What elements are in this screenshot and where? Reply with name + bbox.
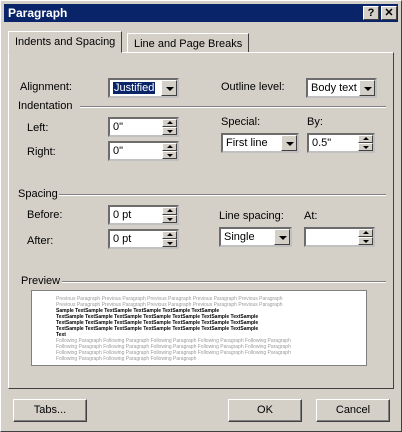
right-indent-value: 0" — [113, 145, 124, 157]
tab-label: Indents and Spacing — [15, 36, 116, 48]
spin-down-icon[interactable] — [162, 239, 177, 247]
special-value: First line — [226, 137, 268, 149]
indentation-divider — [80, 106, 386, 108]
spin-down-icon[interactable] — [358, 143, 373, 151]
chevron-down-icon[interactable] — [274, 229, 290, 245]
spin-up-icon[interactable] — [162, 207, 177, 215]
outline-level-label: Outline level: — [221, 81, 285, 93]
left-indent-label: Left: — [27, 122, 49, 134]
spinner-buttons[interactable] — [162, 207, 177, 223]
spacing-after-spinner[interactable]: 0 pt — [108, 229, 179, 249]
outline-level-dropdown[interactable]: Body text — [306, 78, 377, 98]
chevron-down-icon[interactable] — [281, 135, 297, 151]
alignment-label: Alignment: — [20, 81, 72, 93]
preview-line: TextSample TextSample TextSample TextSam… — [56, 326, 259, 332]
preview-pane: Previous Paragraph Previous Paragraph Pr… — [31, 290, 367, 366]
tab-label: Line and Page Breaks — [134, 38, 243, 50]
help-button[interactable]: ? — [363, 6, 379, 20]
right-indent-label: Right: — [27, 146, 56, 158]
spin-up-icon[interactable] — [162, 119, 177, 127]
chevron-down-icon[interactable] — [161, 80, 177, 96]
spin-down-icon[interactable] — [162, 151, 177, 159]
at-label: At: — [304, 210, 318, 222]
spacing-before-value: 0 pt — [113, 209, 132, 221]
spacing-after-value: 0 pt — [113, 233, 132, 245]
special-label: Special: — [221, 116, 261, 128]
spinner-buttons[interactable] — [162, 119, 177, 135]
special-dropdown[interactable]: First line — [221, 133, 299, 153]
spin-up-icon[interactable] — [358, 135, 373, 143]
by-label: By: — [307, 116, 323, 128]
spinner-buttons[interactable] — [358, 135, 373, 151]
preview-divider — [62, 281, 386, 283]
spin-up-icon[interactable] — [162, 231, 177, 239]
alignment-value: Justified — [113, 82, 156, 94]
spin-down-icon[interactable] — [162, 127, 177, 135]
after-label: After: — [27, 235, 54, 247]
tab-line-and-page-breaks[interactable]: Line and Page Breaks — [127, 33, 250, 53]
line-spacing-label: Line spacing: — [219, 210, 284, 222]
ok-button[interactable]: OK — [228, 399, 302, 422]
preview-line: Following Paragraph Following Paragraph … — [56, 356, 197, 362]
spinner-buttons[interactable] — [358, 229, 373, 245]
cancel-button[interactable]: Cancel — [316, 399, 390, 422]
spinner-buttons[interactable] — [162, 231, 177, 247]
window-title: Paragraph — [8, 6, 68, 20]
chevron-down-icon[interactable] — [359, 80, 375, 96]
spin-up-icon[interactable] — [162, 143, 177, 151]
close-button[interactable]: ✕ — [381, 6, 397, 20]
right-indent-spinner[interactable]: 0" — [108, 141, 179, 161]
spin-up-icon[interactable] — [358, 229, 373, 237]
preview-group-label: Preview — [21, 275, 61, 287]
alignment-dropdown[interactable]: Justified — [108, 78, 179, 98]
outline-level-value: Body text — [311, 82, 357, 94]
spin-down-icon[interactable] — [162, 215, 177, 223]
indentation-group-label: Indentation — [18, 100, 73, 112]
left-indent-spinner[interactable]: 0" — [108, 117, 179, 137]
spacing-divider — [59, 194, 386, 196]
paragraph-dialog: Paragraph ? ✕ Indents and Spacing Line a… — [0, 0, 402, 432]
before-label: Before: — [27, 209, 63, 221]
spacing-before-spinner[interactable]: 0 pt — [108, 205, 179, 225]
by-spinner[interactable]: 0.5" — [307, 133, 375, 153]
tabs-button[interactable]: Tabs... — [13, 399, 87, 422]
spin-down-icon[interactable] — [358, 237, 373, 245]
line-spacing-dropdown[interactable]: Single — [219, 227, 292, 247]
left-indent-value: 0" — [113, 121, 124, 133]
spinner-buttons[interactable] — [162, 143, 177, 159]
title-bar[interactable]: Paragraph ? ✕ — [4, 4, 398, 22]
by-value: 0.5" — [312, 137, 332, 149]
line-spacing-value: Single — [224, 231, 255, 243]
tab-indents-and-spacing[interactable]: Indents and Spacing — [8, 31, 123, 53]
line-spacing-at-spinner[interactable] — [304, 227, 375, 247]
spacing-group-label: Spacing — [18, 188, 58, 200]
